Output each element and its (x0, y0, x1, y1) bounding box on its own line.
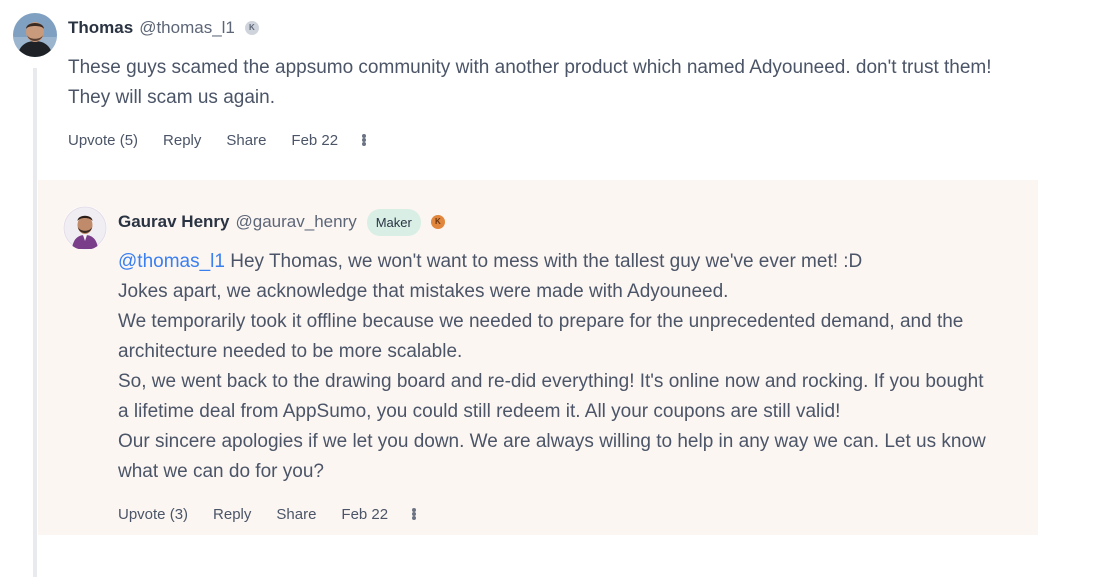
reply-actions: Upvote (3) Reply Share Feb 22 (118, 505, 417, 523)
thomas-avatar[interactable] (13, 13, 57, 57)
author-name[interactable]: Thomas (68, 18, 133, 38)
reply-author-name[interactable]: Gaurav Henry (118, 212, 230, 232)
reply-more-options-icon[interactable] (412, 508, 417, 520)
gaurav-avatar[interactable] (63, 206, 107, 250)
reply-date[interactable]: Feb 22 (341, 506, 388, 523)
comment-date[interactable]: Feb 22 (291, 132, 338, 149)
more-options-icon[interactable] (362, 134, 367, 146)
reply-header: Gaurav Henry @gaurav_henry Maker K (118, 208, 445, 236)
upvote-button[interactable]: Upvote (5) (68, 132, 138, 149)
maker-badge: Maker (366, 208, 421, 236)
reply-karma-badge: K (430, 215, 445, 229)
comment-text: These guys scamed the appsumo community … (68, 53, 1008, 113)
comment-paragraph: These guys scamed the appsumo community … (68, 57, 992, 108)
reply-text: @thomas_l1 Hey Thomas, we won't want to … (118, 247, 998, 487)
karma-badge: K (244, 21, 259, 35)
reply-line-4: So, we went back to the drawing board an… (118, 371, 984, 422)
reply-line-2: Jokes apart, we acknowledge that mistake… (118, 281, 729, 302)
reply-share-button[interactable]: Share (276, 506, 316, 523)
reply-line-1: @thomas_l1 Hey Thomas, we won't want to … (118, 247, 998, 277)
reply-author-handle[interactable]: @gaurav_henry (236, 212, 357, 232)
comment-header: Thomas @thomas_l1 K (68, 17, 259, 39)
share-button[interactable]: Share (226, 132, 266, 149)
author-handle[interactable]: @thomas_l1 (139, 18, 235, 38)
reply-button[interactable]: Reply (163, 132, 201, 149)
reply-line-5: Our sincere apologies if we let you down… (118, 431, 986, 482)
reply-upvote-button[interactable]: Upvote (3) (118, 506, 188, 523)
reply-line-3: We temporarily took it offline because w… (118, 311, 964, 362)
comment-actions: Upvote (5) Reply Share Feb 22 (68, 131, 367, 149)
reply-line-1-text: Hey Thomas, we won't want to mess with t… (224, 251, 863, 272)
thread-line (33, 68, 37, 577)
reply-reply-button[interactable]: Reply (213, 506, 251, 523)
mention-link[interactable]: @thomas_l1 (118, 251, 225, 272)
